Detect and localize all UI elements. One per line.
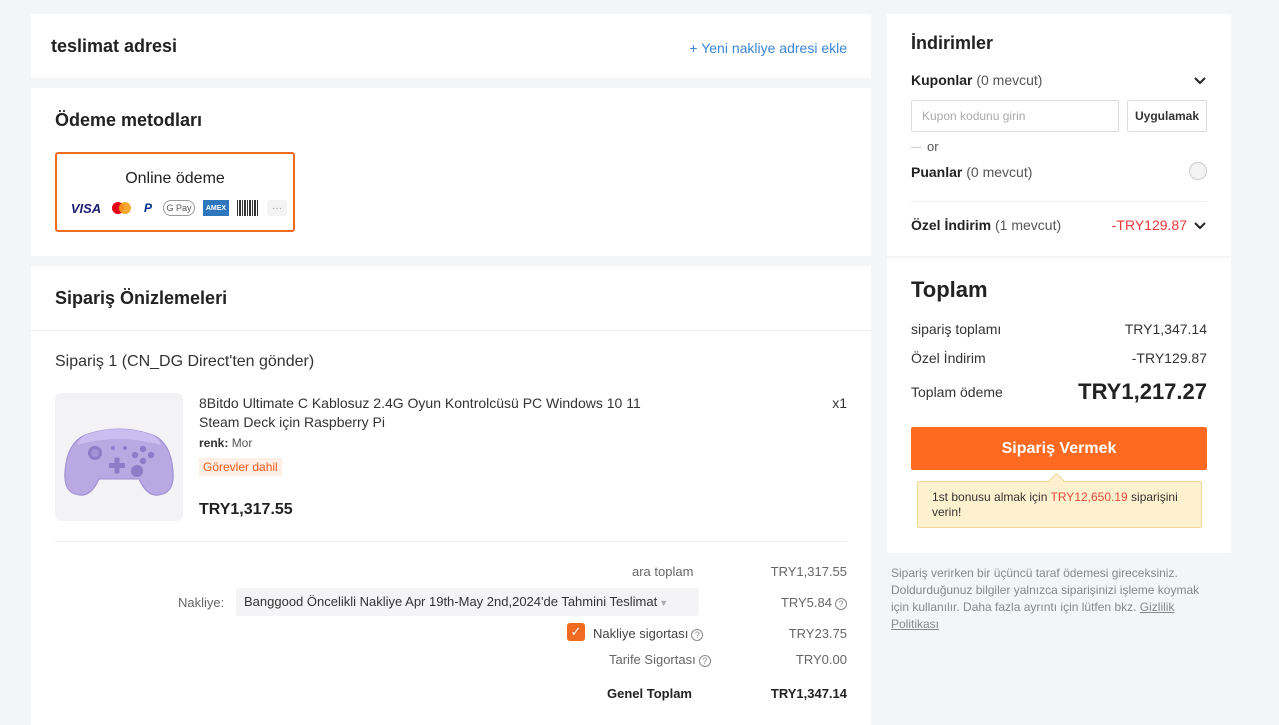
help-icon[interactable]: ? — [691, 629, 704, 641]
controller-image-icon — [64, 428, 174, 496]
tariff-insurance-text: Tarife Sigortası — [609, 652, 696, 667]
shipping-value-text: TRY5.84 — [780, 595, 832, 610]
order-heading: Sipariş 1 (CN_DG Direct'ten gönder) — [55, 353, 315, 370]
points-count: (0 mevcut) — [966, 164, 1033, 180]
shipping-insurance-label: Nakliye sigortası? — [593, 626, 704, 641]
paypal-icon: P — [143, 201, 152, 215]
tax-included-badge: Görevler dahil — [199, 458, 282, 476]
subtotal-value: TRY1,317.55 — [770, 564, 847, 579]
shipping-method-value: Banggood Öncelikli Nakliye Apr 19th-May … — [244, 594, 658, 609]
product-quantity: x1 — [832, 395, 847, 411]
order-preview-card: Sipariş Önizlemeleri Sipariş 1 (CN_DG Di… — [31, 266, 871, 725]
online-payment-label: Online ödeme — [125, 170, 225, 187]
place-order-button[interactable]: Sipariş Vermek — [911, 427, 1207, 470]
divider — [31, 330, 871, 331]
chevron-down-icon[interactable] — [1193, 218, 1207, 232]
divider — [55, 541, 847, 542]
divider — [911, 201, 1207, 202]
mastercard-icon — [111, 200, 133, 216]
special-discount-value: -TRY129.87 — [1111, 217, 1187, 233]
product-price: TRY1,317.55 — [199, 501, 293, 518]
checkout-page: teslimat adresi + Yeni nakliye adresi ek… — [0, 0, 1279, 725]
shipping-insurance-text: Nakliye sigortası — [593, 626, 689, 641]
coupons-count: (0 mevcut) — [976, 72, 1043, 88]
order-total-label: sipariş toplamı — [911, 321, 1002, 337]
product-color-value: Mor — [231, 436, 253, 450]
caret-down-icon: ▼ — [659, 598, 669, 608]
google-pay-icon: G Pay — [163, 200, 195, 216]
shipping-address-card: teslimat adresi + Yeni nakliye adresi ek… — [31, 14, 871, 78]
bonus-tip-prefix: 1st bonusu almak için — [932, 490, 1048, 504]
shipping-address-title: teslimat adresi — [51, 36, 178, 56]
special-discount-label: Özel İndirim — [911, 350, 986, 366]
shipping-insurance-value: TRY23.75 — [788, 626, 847, 641]
apply-coupon-button[interactable]: Uygulamak — [1127, 100, 1207, 132]
coupons-row[interactable]: Kuponlar (0 mevcut) — [911, 72, 1042, 88]
help-icon[interactable]: ? — [698, 655, 711, 667]
third-party-note: Sipariş verirken bir üçüncü taraf ödemes… — [891, 565, 1211, 633]
total-payment-value: TRY1,217.27 — [1078, 379, 1207, 404]
boleto-icon — [237, 200, 259, 216]
bonus-tooltip: 1st bonusu almak için TRY12,650.19 sipar… — [917, 481, 1202, 528]
special-discount-count: (1 mevcut) — [995, 217, 1062, 233]
special-discount-label: Özel İndirim — [911, 217, 992, 233]
grand-total-label: Genel Toplam — [607, 686, 692, 701]
special-discount-value: -TRY129.87 — [1131, 350, 1207, 366]
product-color-label: renk: — [199, 436, 229, 450]
payment-logos: VISA P G Pay AMEX ··· — [69, 200, 287, 216]
bonus-tip-amount: TRY12,650.19 — [1050, 490, 1128, 504]
shipping-insurance-checkbox[interactable]: ✓ — [567, 623, 585, 641]
chevron-down-icon[interactable] — [1193, 73, 1207, 87]
or-label: or — [927, 139, 939, 154]
amex-icon: AMEX — [203, 200, 229, 216]
product-color: renk: Mor — [199, 436, 252, 450]
payment-methods-title: Ödeme metodları — [55, 110, 203, 130]
tariff-insurance-value: TRY0.00 — [795, 652, 847, 667]
product-name[interactable]: 8Bitdo Ultimate C Kablosuz 2.4G Oyun Kon… — [199, 394, 679, 432]
points-radio[interactable] — [1189, 162, 1207, 180]
total-payment-label: Toplam ödeme — [911, 384, 1003, 400]
points-row: Puanlar (0 mevcut) — [911, 164, 1032, 180]
grand-total-value: TRY1,347.14 — [770, 686, 847, 701]
total-card: Toplam sipariş toplamı TRY1,347.14 Özel … — [887, 258, 1231, 553]
order-preview-title: Sipariş Önizlemeleri — [55, 288, 228, 308]
coupon-code-input[interactable] — [911, 100, 1119, 132]
online-payment-option[interactable]: Online ödeme VISA P G Pay AMEX ··· — [55, 152, 295, 232]
special-discount-row[interactable]: Özel İndirim (1 mevcut) — [911, 217, 1061, 233]
total-title: Toplam — [911, 277, 988, 302]
points-label: Puanlar — [911, 164, 963, 180]
coupons-label: Kuponlar — [911, 72, 973, 88]
shipping-value: TRY5.84? — [781, 595, 847, 610]
help-icon[interactable]: ? — [835, 598, 847, 610]
add-address-link[interactable]: + Yeni nakliye adresi ekle — [689, 40, 847, 56]
tariff-insurance-label: Tarife Sigortası? — [609, 652, 711, 667]
shipping-label: Nakliye: — [178, 595, 225, 610]
shipping-method-select[interactable]: Banggood Öncelikli Nakliye Apr 19th-May … — [236, 588, 699, 616]
order-total-value: TRY1,347.14 — [1124, 321, 1207, 337]
visa-icon: VISA — [70, 200, 102, 216]
product-image[interactable] — [55, 393, 183, 521]
or-separator: or — [911, 139, 939, 154]
more-icon: ··· — [267, 200, 287, 216]
discounts-card: İndirimler Kuponlar (0 mevcut) Uygulamak… — [887, 14, 1231, 256]
discounts-title: İndirimler — [911, 33, 994, 53]
payment-methods-card: Ödeme metodları Online ödeme VISA P G Pa… — [31, 88, 871, 256]
subtotal-label: ara toplam — [632, 564, 694, 579]
